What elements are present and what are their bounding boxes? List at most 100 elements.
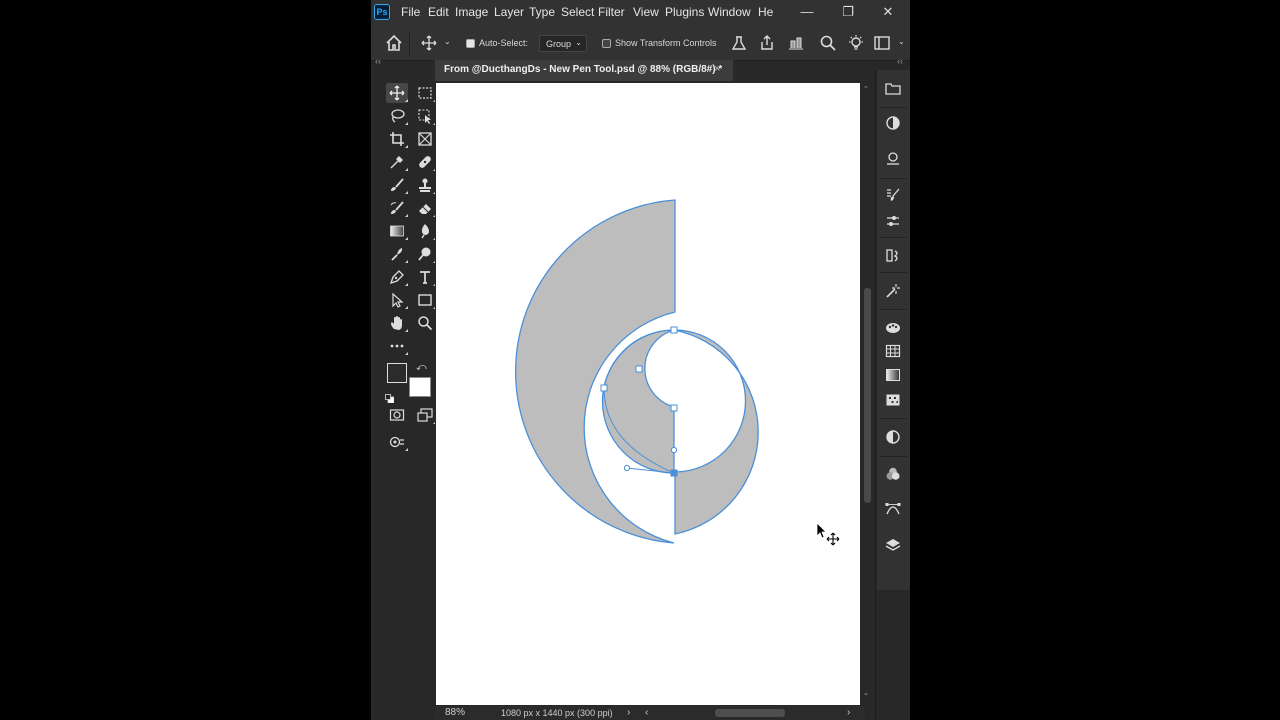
restore-icon[interactable]: ❐ [833, 3, 863, 21]
brush-panel-icon[interactable] [883, 211, 903, 231]
pen-tool-icon[interactable] [386, 267, 408, 287]
lasso-tool-icon[interactable] [386, 106, 408, 126]
handle-point[interactable] [623, 464, 631, 472]
properties-panel-icon[interactable] [883, 149, 903, 169]
lower-right-shape[interactable] [673, 329, 759, 535]
scroll-left-icon[interactable]: ‹ [645, 707, 648, 718]
foreground-color-swatch[interactable] [386, 362, 408, 384]
chevron-down-icon[interactable]: ⌄ [444, 37, 451, 46]
menu-help[interactable]: He [758, 5, 773, 19]
scroll-right-icon[interactable]: › [847, 707, 850, 718]
path-selection-tool-icon[interactable] [386, 290, 408, 310]
flask-icon[interactable] [730, 34, 748, 52]
anchor-point[interactable] [670, 404, 678, 412]
align-icon[interactable] [787, 34, 805, 52]
anchor-point[interactable] [635, 365, 643, 373]
menu-select[interactable]: Select [561, 5, 594, 19]
edit-toolbar-icon[interactable] [386, 432, 408, 452]
status-menu-arrow-icon[interactable]: › [627, 707, 630, 718]
gradients-panel-icon[interactable] [883, 365, 903, 385]
more-tools-icon[interactable] [386, 336, 408, 356]
dodge-tool-icon[interactable] [414, 244, 436, 264]
menu-file[interactable]: File [401, 5, 420, 19]
channels-panel-icon[interactable] [883, 464, 903, 484]
menu-edit[interactable]: Edit [428, 5, 449, 19]
menu-filter[interactable]: Filter [598, 5, 625, 19]
menu-plugins[interactable]: Plugins [665, 5, 704, 19]
clone-stamp-tool-icon[interactable] [414, 175, 436, 195]
menu-bar: Ps File Edit Image Layer Type Select Fil… [371, 0, 910, 25]
hand-tool-icon[interactable] [386, 313, 408, 333]
default-colors-icon[interactable] [385, 390, 395, 404]
close-tab-icon[interactable]: × [714, 63, 720, 75]
menu-view[interactable]: View [633, 5, 659, 19]
move-tool-icon[interactable] [386, 83, 408, 103]
toolbar: ⤺ [382, 79, 436, 459]
gradient-tool-icon[interactable] [386, 221, 408, 241]
outer-crescent-shape[interactable] [514, 199, 676, 544]
libraries-panel-icon[interactable] [883, 78, 903, 98]
scroll-up-icon[interactable]: ⌃ [863, 85, 869, 93]
eraser-tool-icon[interactable] [414, 198, 436, 218]
horizontal-scroll-thumb[interactable] [715, 709, 785, 717]
auto-select-dropdown[interactable]: Group ⌄ [539, 35, 587, 52]
brush-settings-panel-icon[interactable] [883, 185, 903, 205]
auto-select-checkbox[interactable] [466, 39, 475, 48]
home-icon[interactable] [385, 34, 403, 52]
color-panel-icon[interactable] [883, 317, 903, 337]
healing-brush-tool-icon[interactable] [414, 152, 436, 172]
burn-tool-icon[interactable] [386, 244, 408, 264]
minimize-icon[interactable]: — [792, 3, 822, 21]
vertical-scroll-thumb[interactable] [864, 288, 871, 503]
status-bar: 88% 1080 px x 1440 px (300 ppi) › ‹ › [435, 706, 865, 720]
eyedropper-tool-icon[interactable] [386, 152, 408, 172]
zoom-level[interactable]: 88% [445, 707, 465, 718]
rectangle-tool-icon[interactable] [414, 290, 436, 310]
collapse-panels-icon[interactable]: ‹‹ [897, 56, 903, 69]
clone-source-panel-icon[interactable] [883, 245, 903, 265]
chevron-down-icon[interactable]: ⌄ [898, 37, 905, 46]
history-brush-tool-icon[interactable] [386, 198, 408, 218]
share-icon[interactable] [758, 34, 776, 52]
move-tool-options-icon[interactable] [420, 34, 438, 52]
menu-window[interactable]: Window [708, 5, 751, 19]
layers-panel-icon[interactable] [883, 535, 903, 555]
patterns-panel-icon[interactable] [883, 390, 903, 410]
lightbulb-icon[interactable] [847, 34, 865, 52]
object-select-tool-icon[interactable] [414, 106, 436, 126]
marquee-tool-icon[interactable] [414, 83, 436, 103]
blur-tool-icon[interactable] [414, 221, 436, 241]
screen-mode-icon[interactable] [414, 405, 436, 425]
document-tab[interactable]: From @DucthangDs - New Pen Tool.psd @ 88… [435, 60, 733, 81]
frame-tool-icon[interactable] [414, 129, 436, 149]
brush-tool-icon[interactable] [386, 175, 408, 195]
vertical-scrollbar[interactable]: ⌃ ⌄ [861, 83, 873, 705]
menu-type[interactable]: Type [529, 5, 555, 19]
menu-layer[interactable]: Layer [494, 5, 524, 19]
handle-point[interactable] [670, 446, 678, 454]
inner-crescent-shape[interactable] [601, 329, 675, 474]
menu-image[interactable]: Image [455, 5, 488, 19]
paths-panel-icon[interactable] [883, 499, 903, 519]
document-canvas[interactable] [436, 83, 860, 705]
background-color-swatch[interactable] [409, 377, 431, 397]
show-transform-label: Show Transform Controls [615, 38, 717, 48]
show-transform-checkbox[interactable] [602, 39, 611, 48]
workspace-icon[interactable] [873, 34, 891, 52]
selected-anchor-point[interactable] [670, 469, 678, 477]
swap-colors-icon[interactable]: ⤺ [416, 362, 427, 373]
collapse-toolbar-icon[interactable]: ‹‹ [375, 56, 381, 69]
adjust-panel-icon[interactable] [883, 113, 903, 133]
anchor-point[interactable] [600, 384, 608, 392]
adjustments-panel-icon[interactable] [883, 427, 903, 447]
scroll-down-icon[interactable]: ⌄ [863, 689, 869, 697]
type-tool-icon[interactable] [414, 267, 436, 287]
search-icon[interactable] [819, 34, 837, 52]
zoom-tool-icon[interactable] [414, 313, 436, 333]
anchor-point[interactable] [670, 326, 678, 334]
crop-tool-icon[interactable] [386, 129, 408, 149]
close-window-icon[interactable]: ✕ [873, 3, 903, 21]
swatches-panel-icon[interactable] [883, 341, 903, 361]
quick-mask-icon[interactable] [386, 405, 408, 425]
actions-panel-icon[interactable] [883, 281, 903, 301]
